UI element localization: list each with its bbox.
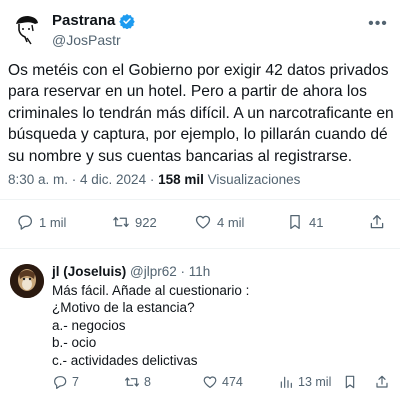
reply-icon (18, 215, 33, 230)
avatar[interactable] (8, 10, 44, 46)
heart-icon (203, 376, 217, 388)
heart-icon (195, 215, 211, 229)
retweet-button[interactable]: 922 (112, 210, 157, 234)
reply-text-line: b.- ocio (52, 335, 97, 351)
views-count: 13 mil (298, 375, 332, 389)
like-count: 4 mil (217, 214, 245, 230)
author-name-text[interactable]: Pastrana (52, 12, 115, 29)
views-label: Visualizaciones (203, 172, 301, 187)
retweet-icon (125, 377, 139, 387)
like-button[interactable]: 474 (202, 372, 243, 392)
share-button[interactable] (374, 372, 390, 392)
reply-text-line: Más fácil. Añade al cuestionario : (52, 283, 250, 298)
reply-button[interactable]: 7 (52, 372, 79, 392)
reply-header: jl (Joseluis) @jlpr62 · 11h (52, 264, 210, 279)
tweet-text: Os metéis con el Gobierno por exigir 42 … (8, 62, 394, 165)
reply-text-line: c.- actividades delictivas (52, 352, 198, 368)
reply-action-bar: 7 8 474 13 mil (52, 372, 392, 392)
bookmark-button[interactable]: 41 (286, 210, 323, 234)
share-icon (376, 375, 388, 388)
reply-text: Más fácil. Añade al cuestionario : ¿Moti… (52, 282, 392, 369)
bookmark-button[interactable] (342, 372, 358, 392)
reply-button[interactable]: 1 mil (16, 210, 66, 234)
reply-count: 7 (72, 375, 79, 389)
tweet-meta: 8:30 a. m. · 4 dic. 2024 · 158 mil Visua… (8, 172, 300, 187)
bookmark-icon (345, 375, 355, 389)
like-button[interactable]: 4 mil (194, 210, 244, 234)
like-count: 474 (222, 375, 243, 389)
avatar[interactable] (10, 264, 44, 298)
reply-tweet[interactable]: jl (Joseluis) @jlpr62 · 11h Más fácil. A… (0, 258, 400, 401)
views-button[interactable]: 13 mil (278, 372, 331, 392)
more-icon: ••• (368, 15, 388, 32)
analytics-icon (280, 376, 292, 388)
tweet-timestamp[interactable]: 8:30 a. m. · 4 dic. 2024 · (8, 172, 158, 187)
divider (0, 199, 400, 200)
views-count: 158 mil (158, 172, 204, 187)
reply-time[interactable]: · 11h (177, 264, 211, 279)
reply-text-line: a.- negocios (52, 317, 126, 333)
reply-author-handle[interactable]: @jlpr62 (130, 264, 177, 279)
retweet-count: 8 (144, 375, 151, 389)
tweet-action-bar: 1 mil 922 4 mil 41 (8, 210, 394, 234)
author-handle[interactable]: @JosPastr (52, 32, 121, 48)
more-options-button[interactable]: ••• (366, 14, 390, 34)
divider (0, 248, 400, 249)
bookmark-count: 41 (309, 214, 324, 230)
share-button[interactable] (368, 210, 386, 234)
verified-badge-icon (119, 13, 136, 29)
reply-icon (54, 376, 67, 389)
tweet-header: Pastrana @JosPastr ••• (8, 6, 392, 50)
author-name[interactable]: Pastrana (52, 12, 136, 29)
reply-count: 1 mil (39, 214, 67, 230)
reply-author-name[interactable]: jl (Joseluis) (52, 264, 126, 279)
retweet-count: 922 (135, 214, 157, 230)
bookmark-icon (290, 214, 300, 230)
retweet-icon (113, 216, 129, 228)
share-icon (370, 214, 384, 229)
reply-text-line: ¿Motivo de la estancia? (52, 300, 195, 316)
retweet-button[interactable]: 8 (124, 372, 151, 392)
